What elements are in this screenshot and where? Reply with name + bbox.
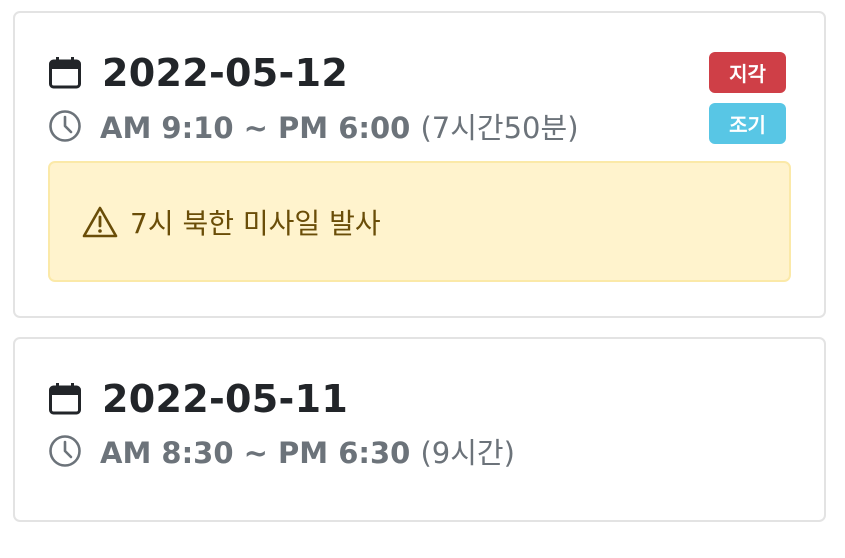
calendar-icon: [49, 57, 81, 89]
calendar-icon: [49, 383, 81, 415]
work-duration: (9시간): [420, 436, 515, 470]
note-text: 7시 북한 미사일 발사: [130, 206, 381, 240]
time-row: AM 8:30 ~ PM 6:30 (9시간): [48, 431, 515, 471]
time-range-text: AM 9:10 ~ PM 6:00 (7시간50분): [100, 105, 579, 147]
time-range-text: AM 8:30 ~ PM 6:30 (9시간): [100, 430, 515, 472]
date-text: 2022-05-11: [102, 377, 349, 421]
time-range: AM 9:10 ~ PM 6:00: [100, 111, 411, 145]
late-badge: 지각: [709, 52, 786, 93]
date-row: 2022-05-11: [48, 374, 348, 424]
date-row: 2022-05-12: [48, 48, 348, 98]
attendance-card[interactable]: 2022-05-12 AM 9:10 ~ PM 6:00 (7시간50분) 지각…: [13, 11, 826, 318]
clock-icon: [49, 435, 81, 467]
note-alert: 7시 북한 미사일 발사: [48, 161, 791, 282]
early-leave-badge: 조기: [709, 103, 786, 144]
date-text: 2022-05-12: [102, 51, 349, 95]
warning-triangle-icon: [82, 206, 118, 237]
time-row: AM 9:10 ~ PM 6:00 (7시간50분): [48, 106, 579, 146]
attendance-list: 2022-05-12 AM 9:10 ~ PM 6:00 (7시간50분) 지각…: [0, 0, 845, 558]
clock-icon: [49, 110, 81, 142]
attendance-card[interactable]: 2022-05-11 AM 8:30 ~ PM 6:30 (9시간): [13, 337, 826, 522]
time-range: AM 8:30 ~ PM 6:30: [100, 436, 411, 470]
work-duration: (7시간50분): [420, 111, 579, 145]
